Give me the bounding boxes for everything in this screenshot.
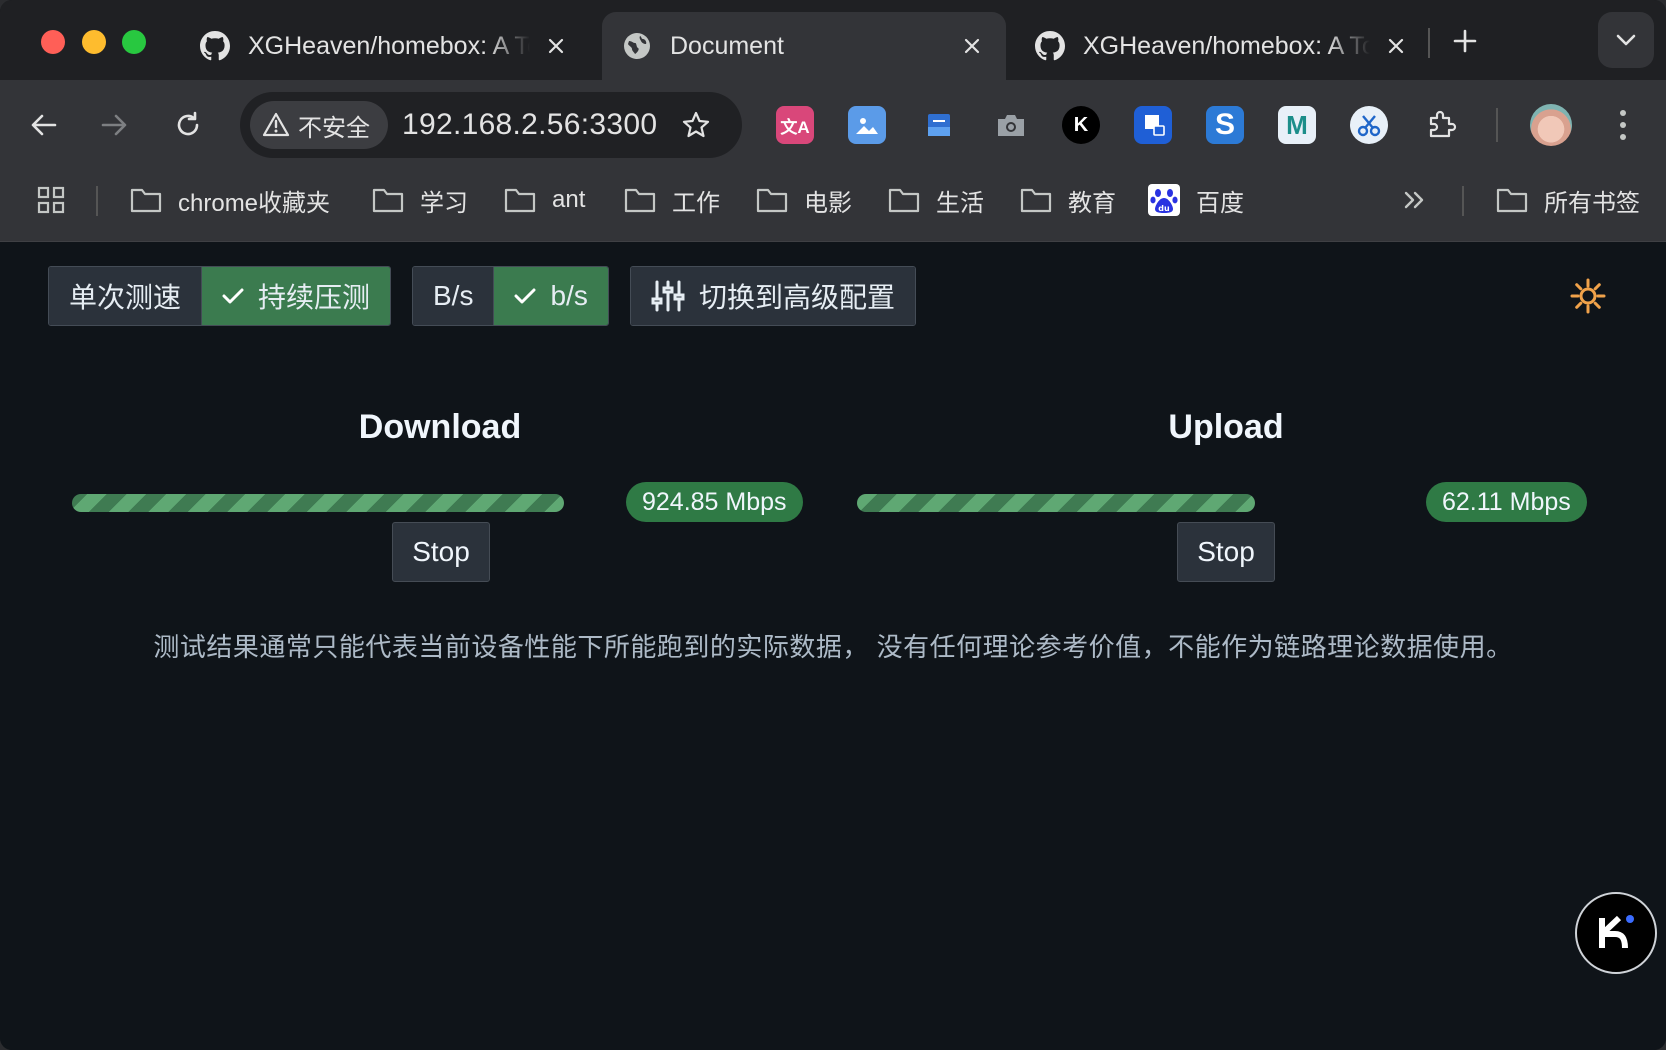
plus-icon <box>1453 29 1477 53</box>
close-icon[interactable] <box>958 32 986 60</box>
m-extension-icon[interactable]: M <box>1278 106 1316 144</box>
tab-title: XGHeaven/homebox: A Toolbox for Home Loc… <box>1083 31 1370 60</box>
tab-separator <box>1428 28 1430 58</box>
back-button[interactable] <box>22 103 66 147</box>
bookmark-folder[interactable]: 教育 <box>1020 170 1116 230</box>
folder-icon <box>130 188 162 213</box>
bookmark-separator <box>96 186 98 216</box>
notes-extension-icon[interactable] <box>920 106 958 144</box>
more-bookmarks-button[interactable] <box>1402 170 1442 230</box>
s-extension-icon[interactable]: S <box>1206 106 1244 144</box>
all-bookmarks-folder[interactable]: 所有书签 <box>1496 170 1640 230</box>
extensions-puzzle-icon[interactable] <box>1422 106 1460 144</box>
bookmark-separator <box>1462 186 1464 216</box>
baidu-paw-icon: du <box>1148 184 1180 216</box>
bookmark-folder[interactable]: 生活 <box>888 170 984 230</box>
url-text[interactable]: 192.168.2.56:3300 <box>402 92 657 158</box>
bookmark-folder[interactable]: 学习 <box>372 170 468 230</box>
arrow-right-icon <box>101 114 127 136</box>
bytes-unit-button[interactable]: B/s <box>413 267 494 325</box>
sliders-icon <box>651 280 685 312</box>
folder-icon <box>372 188 404 213</box>
bookmark-star-button[interactable] <box>676 105 716 145</box>
profile-avatar[interactable] <box>1530 104 1572 146</box>
window-close-button[interactable] <box>41 30 65 54</box>
security-label: 不安全 <box>298 114 370 142</box>
tab-title: XGHeaven/homebox: A Toolbox for Home Loc… <box>248 31 530 60</box>
apps-button[interactable] <box>36 170 82 230</box>
translate-extension-icon[interactable]: 文A <box>776 106 814 144</box>
toolbar-separator <box>1496 108 1498 142</box>
apps-grid-icon <box>37 186 65 214</box>
window-maximize-button[interactable] <box>122 30 146 54</box>
kimi-logo-icon <box>1599 915 1634 949</box>
tab-homebox-1[interactable]: XGHeaven/homebox: A Toolbox for Home Loc… <box>180 12 590 80</box>
camera-extension-icon[interactable] <box>992 106 1030 144</box>
browser-toolbar: 不安全 192.168.2.56:3300 文A K S M <box>0 80 1666 170</box>
tab-strip: XGHeaven/homebox: A Toolbox for Home Loc… <box>0 0 1666 80</box>
warning-icon <box>262 112 290 137</box>
bits-unit-button[interactable]: b/s <box>493 267 608 325</box>
download-speed-badge: 924.85 Mbps <box>626 482 803 522</box>
password-extension-icon[interactable] <box>1134 106 1172 144</box>
bookmark-folder[interactable]: 工作 <box>624 170 720 230</box>
new-tab-button[interactable] <box>1446 22 1484 60</box>
close-icon[interactable] <box>542 32 570 60</box>
download-title: Download <box>358 408 522 446</box>
bookmarks-bar: chrome收藏夹 学习 ant 工作 电影 生活 教育 du 百度 所有书签 <box>0 170 1666 242</box>
advanced-config-group: 切换到高级配置 <box>630 266 917 326</box>
theme-toggle-sun-icon[interactable] <box>1570 278 1606 314</box>
window-minimize-button[interactable] <box>82 30 106 54</box>
security-chip[interactable]: 不安全 <box>250 101 388 149</box>
upload-title: Upload <box>1168 408 1284 446</box>
folder-icon <box>1020 188 1052 213</box>
download-progress-bar <box>72 494 564 512</box>
disclaimer-text: 测试结果通常只能代表当前设备性能下所能跑到的实际数据， 没有任何理论参考价值，不… <box>153 632 1513 662</box>
continuous-test-button[interactable]: 持续压测 <box>201 267 391 325</box>
star-icon <box>682 111 710 138</box>
tab-title: Document <box>670 31 784 60</box>
single-test-button[interactable]: 单次测速 <box>49 267 202 325</box>
kimi-extension-icon[interactable]: K <box>1062 106 1100 144</box>
chevron-down-icon <box>1616 34 1636 46</box>
image-extension-icon[interactable] <box>848 106 886 144</box>
speedtest-page: 单次测速 持续压测 B/s b/s 切换到高级配置 Download 924.8… <box>0 242 1666 1050</box>
reload-button[interactable] <box>166 103 210 147</box>
upload-progress-bar <box>857 494 1255 512</box>
folder-icon <box>888 188 920 213</box>
browser-menu-button[interactable] <box>1608 104 1638 146</box>
double-chevron-right-icon <box>1404 191 1424 209</box>
globe-icon <box>624 33 650 59</box>
upload-speed-badge: 62.11 Mbps <box>1426 482 1587 522</box>
browser-window: XGHeaven/homebox: A Toolbox for Home Loc… <box>0 0 1666 1050</box>
bookmark-folder[interactable]: 电影 <box>756 170 852 230</box>
bookmark-link[interactable]: du 百度 <box>1148 170 1244 230</box>
tab-search-button[interactable] <box>1598 12 1654 68</box>
unit-toggle-group: B/s b/s <box>412 266 609 326</box>
tab-document[interactable]: Document <box>602 12 1006 80</box>
folder-icon <box>624 188 656 213</box>
forward-button[interactable] <box>92 103 136 147</box>
bookmark-folder[interactable]: ant <box>504 170 585 230</box>
svg-text:du: du <box>1158 204 1170 213</box>
check-icon <box>514 288 536 304</box>
upload-stop-button[interactable]: Stop <box>1177 522 1275 582</box>
tab-homebox-2[interactable]: XGHeaven/homebox: A Toolbox for Home Loc… <box>1015 12 1430 80</box>
folder-icon <box>756 188 788 213</box>
address-bar[interactable]: 不安全 192.168.2.56:3300 <box>240 92 742 158</box>
github-icon <box>200 31 230 61</box>
folder-icon <box>504 188 536 213</box>
advanced-config-button[interactable]: 切换到高级配置 <box>631 267 916 325</box>
close-icon[interactable] <box>1382 32 1410 60</box>
arrow-left-icon <box>31 114 57 136</box>
github-icon <box>1035 31 1065 61</box>
reload-icon <box>177 111 199 136</box>
check-icon <box>222 288 244 304</box>
mode-toggle-group: 单次测速 持续压测 <box>48 266 392 326</box>
kimi-floating-button[interactable] <box>1575 892 1657 974</box>
scissors-extension-icon[interactable] <box>1350 106 1388 144</box>
folder-icon <box>1496 188 1528 213</box>
bookmark-folder[interactable]: chrome收藏夹 <box>130 170 330 230</box>
download-stop-button[interactable]: Stop <box>392 522 490 582</box>
